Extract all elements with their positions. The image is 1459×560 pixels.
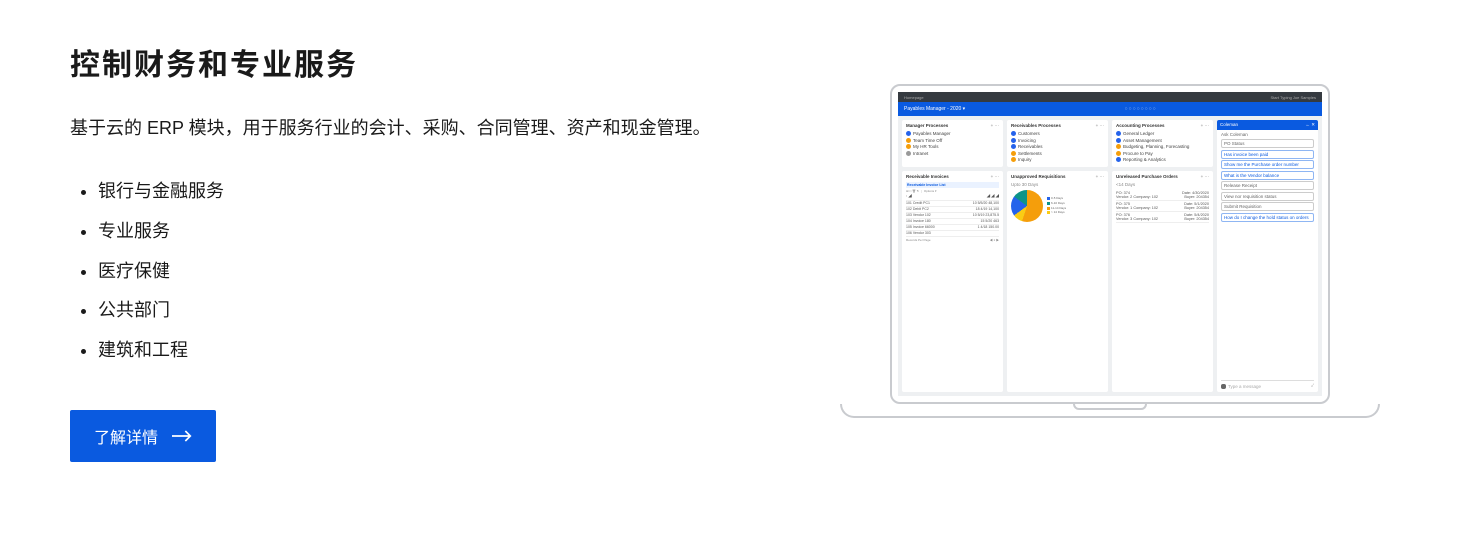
section-desc: 基于云的 ERP 模块，用于服务行业的会计、采购、合同管理、资产和现金管理。 bbox=[70, 112, 761, 144]
list-item: 公共部门 bbox=[98, 291, 761, 331]
panel-chat: Coleman← ✕ Ask Coleman PO Status Has inv… bbox=[1217, 120, 1318, 392]
list-item: 医疗保健 bbox=[98, 252, 761, 292]
cta-label: 了解详情 bbox=[94, 424, 158, 448]
mock-titlebar: Payables Manager - 2020 ▾○○○○○○○○ bbox=[898, 102, 1322, 116]
panel-receivables-processes: Receivables Processes Customers Invoicin… bbox=[1007, 120, 1108, 167]
mock-topbar: HomepageStart Typing Joe Samples bbox=[898, 92, 1322, 102]
arrow-right-icon bbox=[172, 429, 192, 443]
panel-unapproved-requisitions: Unapproved Requisitions Upto 30 Days 0-5… bbox=[1007, 171, 1108, 393]
list-item: 专业服务 bbox=[98, 212, 761, 252]
panel-unreleased-po: Unreleased Purchase Orders <14 Days PO: … bbox=[1112, 171, 1213, 393]
section-heading: 控制财务和专业服务 bbox=[70, 40, 761, 84]
panel-receivable-invoices: Receivable Invoices Receivable Invoice L… bbox=[902, 171, 1003, 393]
list-item: 银行与金融服务 bbox=[98, 172, 761, 212]
learn-more-button[interactable]: 了解详情 bbox=[70, 410, 216, 462]
list-item: 建筑和工程 bbox=[98, 331, 761, 371]
panel-accounting-processes: Accounting Processes General Ledger Asse… bbox=[1112, 120, 1213, 167]
panel-manager-processes: Manager Processes Payables Manager Team … bbox=[902, 120, 1003, 167]
laptop-mockup: HomepageStart Typing Joe Samples Payable… bbox=[840, 84, 1380, 418]
feature-list: 银行与金融服务 专业服务 医疗保健 公共部门 建筑和工程 bbox=[70, 172, 761, 370]
mic-icon bbox=[1221, 384, 1226, 389]
